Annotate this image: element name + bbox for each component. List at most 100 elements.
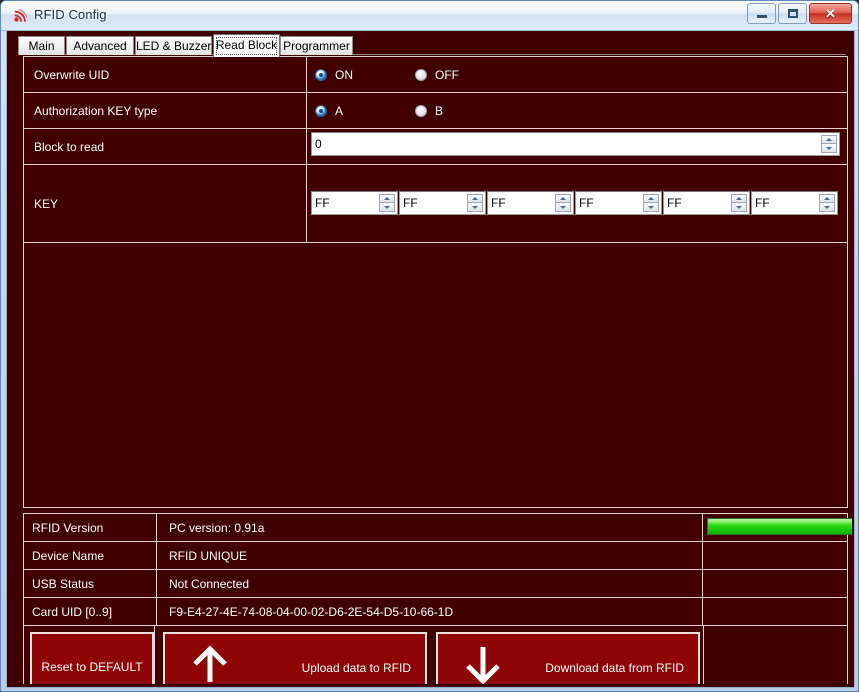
stepper-down-icon[interactable] <box>555 203 571 212</box>
key-byte-2-input[interactable]: FF <box>487 191 574 215</box>
row-block-to-read: Block to read 0 <box>24 129 847 165</box>
tab-main[interactable]: Main <box>18 36 65 55</box>
key-byte-value: FF <box>579 196 594 210</box>
tab-label: Read Block <box>215 38 278 52</box>
arrow-up-icon <box>185 644 235 684</box>
block-to-read-stepper[interactable] <box>821 135 837 153</box>
status-row-device-name: Device Name RFID UNIQUE <box>24 542 847 570</box>
status-value: Not Connected <box>157 570 703 597</box>
status-row-rfid-version: RFID Version PC version: 0.91a <box>24 514 852 542</box>
status-row-card-uid: Card UID [0..9] F9-E4-27-4E-74-08-04-00-… <box>24 598 847 625</box>
title-bar[interactable]: RFID Config ✕ <box>1 1 858 31</box>
row-auth-key-type: Authorization KEY type A B <box>24 93 847 129</box>
status-value: PC version: 0.91a <box>157 514 703 541</box>
action-divider <box>154 626 155 684</box>
status-label: Device Name <box>24 542 157 569</box>
value-overwrite-uid: ON OFF <box>307 57 847 92</box>
button-label: Upload data to RFID <box>301 661 411 675</box>
stepper-up-icon[interactable] <box>821 135 837 144</box>
settings-table: Overwrite UID ON OFF Authorization KEY t… <box>23 56 848 243</box>
key-byte-value: FF <box>755 196 770 210</box>
label-auth-key-type: Authorization KEY type <box>24 93 307 128</box>
status-value: RFID UNIQUE <box>157 542 703 569</box>
stepper-up-icon[interactable] <box>379 194 395 203</box>
key-byte-5-stepper[interactable] <box>819 194 835 212</box>
button-label: Reset to DEFAULT <box>41 660 143 674</box>
radio-overwrite-uid-on[interactable]: ON <box>315 68 353 82</box>
status-row-usb-status: USB Status Not Connected <box>24 570 847 598</box>
status-label: Card UID [0..9] <box>24 598 157 625</box>
key-byte-3-stepper[interactable] <box>643 194 659 212</box>
stepper-down-icon[interactable] <box>819 203 835 212</box>
stepper-down-icon[interactable] <box>467 203 483 212</box>
radio-overwrite-uid-off[interactable]: OFF <box>415 68 459 82</box>
window-title: RFID Config <box>34 7 107 22</box>
value-key: FF FF FF FF FF FF <box>307 165 847 242</box>
radio-auth-key-b[interactable]: B <box>415 104 443 118</box>
action-divider-right <box>703 626 704 684</box>
close-button[interactable]: ✕ <box>809 3 852 24</box>
key-byte-value: FF <box>315 196 330 210</box>
value-block-to-read: 0 <box>307 129 847 164</box>
tab-strip: Main Advanced LED & Buzzer Read Block Pr… <box>18 34 852 57</box>
reset-to-default-button[interactable]: Reset to DEFAULT <box>30 632 154 684</box>
stepper-up-icon[interactable] <box>467 194 483 203</box>
application-window: RFID Config ✕ Main Advanced LED & Buzzer… <box>0 0 859 692</box>
key-byte-5-input[interactable]: FF <box>751 191 838 215</box>
stepper-up-icon[interactable] <box>819 194 835 203</box>
download-data-button[interactable]: Download data from RFID <box>436 632 700 684</box>
action-bar: Reset to DEFAULT Upload data to RFID Dow… <box>23 626 848 684</box>
arrow-down-icon <box>458 644 508 684</box>
status-label: USB Status <box>24 570 157 597</box>
rfid-wave-icon <box>11 7 29 25</box>
radio-label: A <box>335 103 344 118</box>
upload-data-button[interactable]: Upload data to RFID <box>163 632 427 684</box>
radio-label: B <box>435 103 444 118</box>
status-empty-cell <box>703 542 847 569</box>
status-table: RFID Version PC version: 0.91a Device Na… <box>23 513 852 626</box>
key-byte-value: FF <box>491 196 506 210</box>
key-byte-4-input[interactable]: FF <box>663 191 750 215</box>
status-label: RFID Version <box>24 514 157 541</box>
tab-read-block[interactable]: Read Block <box>213 34 280 57</box>
key-byte-0-input[interactable]: FF <box>311 191 398 215</box>
status-empty-cell <box>703 598 847 625</box>
label-key: KEY <box>24 165 307 242</box>
key-byte-3-input[interactable]: FF <box>575 191 662 215</box>
stepper-down-icon[interactable] <box>379 203 395 212</box>
key-byte-1-stepper[interactable] <box>467 194 483 212</box>
progress-bar-fill <box>708 519 852 534</box>
stepper-up-icon[interactable] <box>555 194 571 203</box>
radio-label: ON <box>335 67 353 82</box>
tab-label: Advanced <box>73 39 127 53</box>
tab-advanced[interactable]: Advanced <box>66 36 134 55</box>
button-label: Download data from RFID <box>545 661 684 675</box>
radio-auth-key-a[interactable]: A <box>315 104 343 118</box>
status-value: F9-E4-27-4E-74-08-04-00-02-D6-2E-54-D5-1… <box>157 598 703 625</box>
tab-label: LED & Buzzer <box>136 39 212 53</box>
radio-label: OFF <box>435 67 459 82</box>
row-overwrite-uid: Overwrite UID ON OFF <box>24 57 847 93</box>
stepper-down-icon[interactable] <box>731 203 747 212</box>
stepper-up-icon[interactable] <box>643 194 659 203</box>
key-byte-4-stepper[interactable] <box>731 194 747 212</box>
maximize-button[interactable] <box>778 3 807 24</box>
client-area: Main Advanced LED & Buzzer Read Block Pr… <box>6 31 855 688</box>
key-byte-2-stepper[interactable] <box>555 194 571 212</box>
stepper-down-icon[interactable] <box>821 144 837 153</box>
titlebar-gloss <box>1 1 858 15</box>
progress-bar <box>707 518 852 535</box>
block-to-read-value: 0 <box>315 137 322 151</box>
radio-selected-icon <box>315 68 327 81</box>
tab-led-buzzer[interactable]: LED & Buzzer <box>135 36 212 55</box>
block-to-read-input[interactable]: 0 <box>311 132 840 156</box>
stepper-down-icon[interactable] <box>643 203 659 212</box>
row-key: KEY FF FF FF FF FF FF <box>24 165 847 242</box>
stepper-up-icon[interactable] <box>731 194 747 203</box>
tab-programmer[interactable]: Programmer <box>280 36 353 55</box>
radio-selected-icon <box>315 104 327 117</box>
key-byte-1-input[interactable]: FF <box>399 191 486 215</box>
minimize-button[interactable] <box>747 3 776 24</box>
key-byte-0-stepper[interactable] <box>379 194 395 212</box>
tab-label: Main <box>28 39 55 53</box>
